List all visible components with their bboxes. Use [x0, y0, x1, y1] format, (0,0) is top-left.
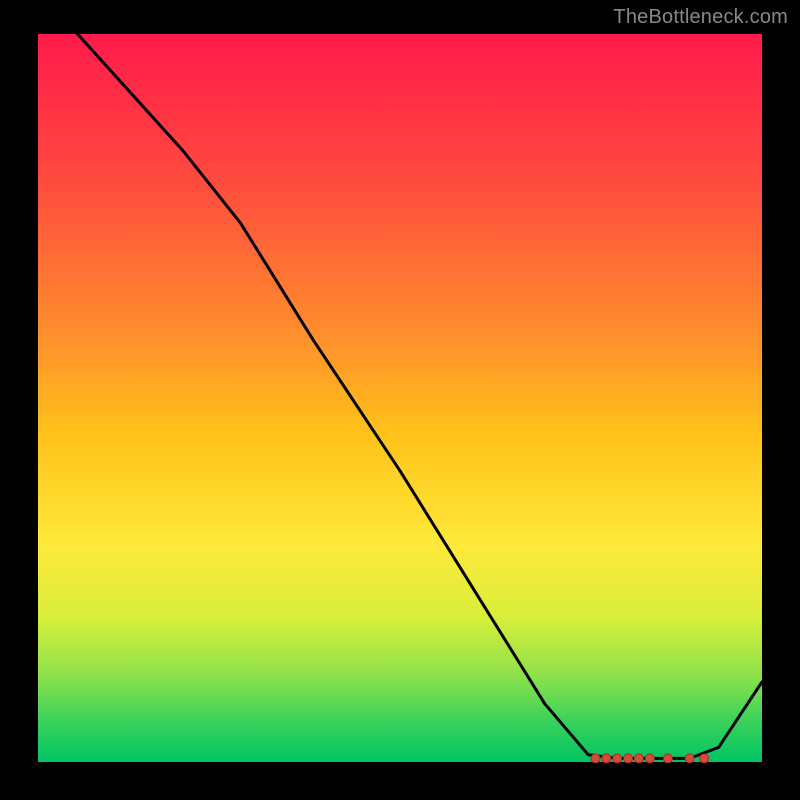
marker-dot	[645, 754, 654, 763]
chart-svg-overlay	[38, 34, 762, 762]
marker-dot	[634, 754, 643, 763]
marker-dot	[624, 754, 633, 763]
marker-dot	[700, 754, 709, 763]
marker-dot	[591, 754, 600, 763]
curve-line	[38, 0, 762, 758]
chart-frame: TheBottleneck.com	[0, 0, 800, 800]
marker-dot	[602, 754, 611, 763]
marker-dot	[685, 754, 694, 763]
watermark-text: TheBottleneck.com	[613, 6, 788, 29]
marker-dot	[663, 754, 672, 763]
marker-cluster	[591, 754, 709, 763]
marker-dot	[613, 754, 622, 763]
